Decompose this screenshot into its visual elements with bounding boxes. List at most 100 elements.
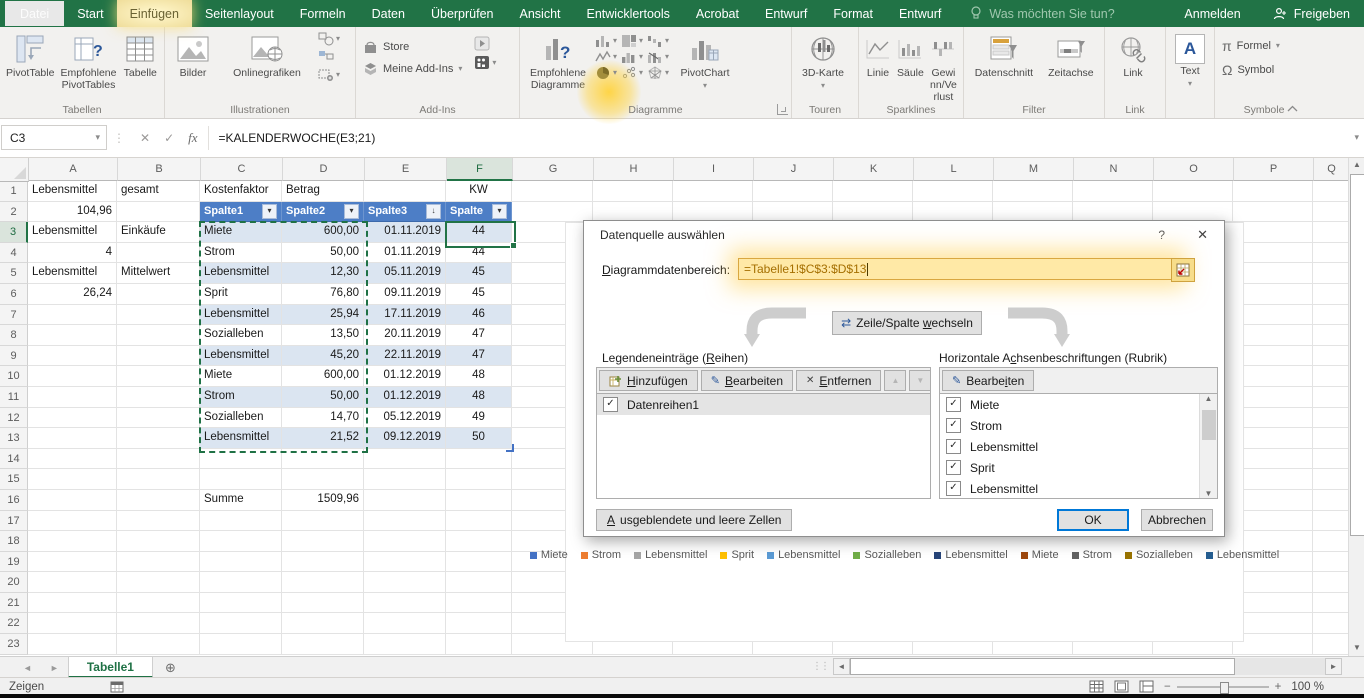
cell-F12[interactable]: 49 bbox=[446, 408, 512, 429]
hidden-empty-cells-button[interactable]: Ausgeblendete und leere Zellen bbox=[596, 509, 792, 531]
column-header-K[interactable]: K bbox=[834, 157, 914, 181]
cell-A15[interactable] bbox=[28, 469, 117, 490]
filter-icon[interactable]: ▾ bbox=[262, 204, 277, 219]
line-chart-button[interactable]: ▾ bbox=[595, 50, 617, 64]
list-item[interactable]: ✓Lebensmittel bbox=[940, 436, 1200, 457]
cell-D19[interactable] bbox=[282, 552, 364, 573]
cell-Q1[interactable] bbox=[1313, 181, 1348, 202]
cell-C1[interactable]: Kostenfaktor bbox=[200, 181, 282, 202]
ribbon-tab-ansicht[interactable]: Ansicht bbox=[507, 0, 574, 27]
ribbon-tab-format[interactable]: Format bbox=[820, 0, 886, 27]
move-series-up-button[interactable]: ▲ bbox=[884, 370, 906, 391]
ribbon-tab-formeln[interactable]: Formeln bbox=[287, 0, 359, 27]
my-addins-button[interactable]: Meine Add-Ins ▾ bbox=[359, 58, 466, 80]
row-header-6[interactable]: 6 bbox=[0, 284, 28, 305]
new-sheet-icon[interactable]: ⊕ bbox=[153, 657, 188, 678]
cell-A10[interactable] bbox=[28, 366, 117, 387]
cell-E22[interactable] bbox=[364, 613, 446, 634]
cell-A3[interactable]: Lebensmittel bbox=[28, 222, 117, 243]
edit-series-button[interactable]: ✎ Bearbeiten bbox=[701, 370, 793, 391]
zoom-slider-thumb[interactable] bbox=[1220, 682, 1229, 694]
cell-A18[interactable] bbox=[28, 531, 117, 552]
cell-P5[interactable] bbox=[1233, 263, 1313, 284]
horizontal-scroll-thumb[interactable] bbox=[850, 658, 1235, 675]
remove-series-button[interactable]: ✕ Entfernen bbox=[796, 370, 881, 391]
tell-me-search[interactable]: Was möchten Sie tun? bbox=[970, 0, 1114, 27]
pie-chart-button[interactable]: ▾ bbox=[595, 66, 617, 80]
insert-function-icon[interactable]: fx bbox=[188, 130, 197, 146]
zoom-level[interactable]: 100 % bbox=[1291, 681, 1324, 693]
cell-F17[interactable] bbox=[446, 511, 512, 532]
row-header-14[interactable]: 14 bbox=[0, 449, 28, 470]
cell-Q9[interactable] bbox=[1313, 346, 1348, 367]
row-header-20[interactable]: 20 bbox=[0, 572, 28, 593]
link-button[interactable]: Link bbox=[1108, 30, 1158, 82]
cell-Q19[interactable] bbox=[1313, 552, 1348, 573]
sheet-tab-tabelle1[interactable]: Tabelle1 bbox=[68, 657, 153, 678]
cell-E23[interactable] bbox=[364, 634, 446, 655]
cell-A11[interactable] bbox=[28, 387, 117, 408]
cell-E1[interactable] bbox=[364, 181, 446, 202]
cell-B4[interactable] bbox=[117, 243, 200, 264]
name-box[interactable]: C3 ▾ bbox=[1, 125, 107, 150]
cell-Q5[interactable] bbox=[1313, 263, 1348, 284]
ribbon-tab-einfügen[interactable]: Einfügen bbox=[117, 0, 192, 27]
cell-B3[interactable]: Einkäufe bbox=[117, 222, 200, 243]
row-header-9[interactable]: 9 bbox=[0, 346, 28, 367]
ribbon-tab-entwurf[interactable]: Entwurf bbox=[886, 0, 954, 27]
combo-chart-button[interactable]: ▾ bbox=[647, 50, 669, 64]
cell-Q14[interactable] bbox=[1313, 449, 1348, 470]
ok-button[interactable]: OK bbox=[1057, 509, 1129, 531]
checkbox[interactable]: ✓ bbox=[946, 397, 961, 412]
switch-row-column-button[interactable]: ⇄ Zeile/Spalte wechseln bbox=[832, 311, 982, 335]
shapes-button[interactable]: ▾ bbox=[318, 32, 340, 46]
checkbox[interactable]: ✓ bbox=[946, 460, 961, 475]
row-header-13[interactable]: 13 bbox=[0, 428, 28, 449]
timeline-button[interactable]: Zeitachse bbox=[1041, 30, 1101, 82]
column-header-L[interactable]: L bbox=[914, 157, 994, 181]
table-resize-handle[interactable] bbox=[506, 444, 514, 452]
bing-maps-button[interactable] bbox=[474, 36, 496, 51]
cell-J1[interactable] bbox=[753, 181, 833, 202]
cell-P6[interactable] bbox=[1233, 284, 1313, 305]
row-header-19[interactable]: 19 bbox=[0, 552, 28, 573]
cell-P21[interactable] bbox=[1233, 593, 1313, 614]
cell-E15[interactable] bbox=[364, 469, 446, 490]
hierarchy-chart-button[interactable]: ▾ bbox=[621, 34, 643, 48]
cell-D4[interactable]: 50,00 bbox=[282, 243, 364, 264]
cell-P15[interactable] bbox=[1233, 469, 1313, 490]
cell-B13[interactable] bbox=[117, 428, 200, 449]
column-header-G[interactable]: G bbox=[513, 157, 594, 181]
cell-D11[interactable]: 50,00 bbox=[282, 387, 364, 408]
zoom-out-icon[interactable]: − bbox=[1164, 681, 1171, 693]
cell-Q20[interactable] bbox=[1313, 572, 1348, 593]
cell-E17[interactable] bbox=[364, 511, 446, 532]
cell-P20[interactable] bbox=[1233, 572, 1313, 593]
cell-P10[interactable] bbox=[1233, 366, 1313, 387]
cell-D20[interactable] bbox=[282, 572, 364, 593]
horizontal-scrollbar[interactable]: ⋮⋮ ◄ ► bbox=[812, 658, 1342, 675]
pivottable-button[interactable]: PivotTable bbox=[3, 30, 57, 82]
row-header-11[interactable]: 11 bbox=[0, 387, 28, 408]
cell-C17[interactable] bbox=[200, 511, 282, 532]
cell-P16[interactable] bbox=[1233, 490, 1313, 511]
cell-P4[interactable] bbox=[1233, 243, 1313, 264]
cell-G2[interactable] bbox=[512, 202, 593, 223]
cell-P22[interactable] bbox=[1233, 613, 1313, 634]
column-header-A[interactable]: A bbox=[29, 157, 118, 181]
cell-F13[interactable]: 50 bbox=[446, 428, 512, 449]
slicer-button[interactable]: Datenschnitt bbox=[967, 30, 1041, 82]
cell-B5[interactable]: Mittelwert bbox=[117, 263, 200, 284]
list-item[interactable]: ✓Sprit bbox=[940, 457, 1200, 478]
cell-Q23[interactable] bbox=[1313, 634, 1348, 655]
cell-P14[interactable] bbox=[1233, 449, 1313, 470]
row-header-2[interactable]: 2 bbox=[0, 202, 28, 223]
cell-B19[interactable] bbox=[117, 552, 200, 573]
dialog-help-button[interactable]: ? bbox=[1142, 228, 1181, 242]
cell-F16[interactable] bbox=[446, 490, 512, 511]
ribbon-tab-daten[interactable]: Daten bbox=[359, 0, 418, 27]
cell-Q10[interactable] bbox=[1313, 366, 1348, 387]
cell-D23[interactable] bbox=[282, 634, 364, 655]
cell-Q22[interactable] bbox=[1313, 613, 1348, 634]
cell-B11[interactable] bbox=[117, 387, 200, 408]
